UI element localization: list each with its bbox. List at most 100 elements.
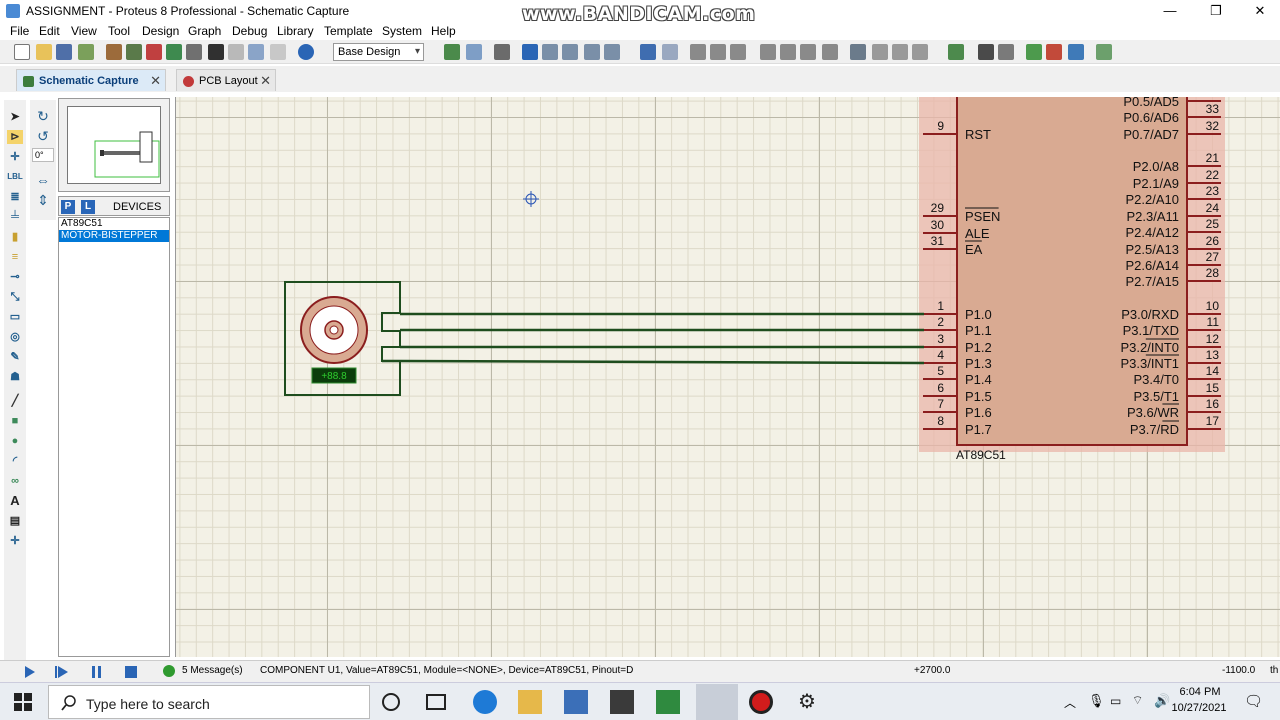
cortana-icon[interactable] [382,693,400,711]
schematic-icon[interactable] [126,44,142,60]
units-indicator[interactable]: th [1270,665,1278,676]
overview-panel[interactable] [58,98,170,192]
buses-icon[interactable]: ╧ [7,210,23,224]
text-script-icon[interactable]: ≣ [7,190,23,204]
menu-system[interactable]: System [382,24,422,38]
rotate-clockwise-icon[interactable]: ↻ [34,108,52,124]
library-manager-button[interactable]: L [81,200,95,214]
cut-icon[interactable] [690,44,706,60]
device-item-at89c51[interactable]: AT89C51 [59,218,169,230]
menu-debug[interactable]: Debug [232,24,267,38]
selection-mode-icon[interactable]: ➤ [7,110,23,124]
pcb-icon[interactable] [146,44,162,60]
stop-icon[interactable] [125,666,137,678]
close-window-button[interactable]: ✕ [1238,0,1280,22]
copy-icon[interactable] [710,44,726,60]
clock-date[interactable]: 10/27/2021 [1166,702,1232,714]
save-icon[interactable] [56,44,72,60]
notes-icon[interactable] [228,44,244,60]
zoom-out-icon[interactable] [562,44,578,60]
terminals-icon[interactable]: ≡ [7,250,23,264]
component-mode-icon[interactable]: ⊳ [7,130,23,144]
microphone-icon[interactable]: 🎙 [1088,693,1105,709]
design-variant-select[interactable]: Base Design ▾ [333,43,424,61]
zoom-area-icon[interactable] [604,44,620,60]
zoom-in-icon[interactable] [542,44,558,60]
schematic-canvas[interactable]: AT89C51 9 RST 29 PSEN 30 ALE 31 EA 1 P1.0 2 P1.1 3 P1… [175,94,1280,657]
exit-to-parent-icon[interactable] [1068,44,1084,60]
3d-view-icon[interactable] [186,44,202,60]
taskbar-search-box[interactable]: Type here to search [48,685,370,719]
graph-mode-icon[interactable]: ⤡ [7,290,23,304]
junction-dot-icon[interactable]: ✛ [7,150,23,164]
mail-icon[interactable] [610,690,634,714]
subcircuit-icon[interactable]: ▮ [7,230,23,244]
paste-icon[interactable] [730,44,746,60]
gerber-icon[interactable] [166,44,182,60]
battery-icon[interactable]: ▭ [1110,694,1121,708]
menu-template[interactable]: Template [324,24,373,38]
pause-icon[interactable] [92,666,95,678]
edge-browser-icon[interactable] [473,690,497,714]
property-assignment-icon[interactable] [998,44,1014,60]
origin-icon[interactable] [494,44,510,60]
maximize-button[interactable]: ❐ [1194,0,1238,22]
grid-icon[interactable] [466,44,482,60]
task-view-icon[interactable] [426,694,446,710]
help-icon[interactable] [298,44,314,60]
menu-file[interactable]: File [10,24,29,38]
menu-view[interactable]: View [71,24,97,38]
notifications-icon[interactable]: 🗨 [1244,692,1263,710]
rotate-anticlockwise-icon[interactable]: ↺ [34,128,52,144]
new-sheet-icon[interactable] [1026,44,1042,60]
wire-autorouter-icon[interactable] [948,44,964,60]
block-move-icon[interactable] [780,44,796,60]
netlist-icon[interactable] [248,44,264,60]
network-icon[interactable]: ⌔ [1132,693,1143,708]
generator-mode-icon[interactable]: ◎ [7,330,23,344]
menu-library[interactable]: Library [277,24,314,38]
menu-edit[interactable]: Edit [39,24,60,38]
menu-graph[interactable]: Graph [188,24,221,38]
step-icon[interactable] [58,666,68,678]
make-device-icon[interactable] [872,44,888,60]
pick-devices-button[interactable]: P [61,200,75,214]
close-tab-icon[interactable]: ✕ [150,70,161,92]
package-tool-icon[interactable] [892,44,908,60]
clock-time[interactable]: 6:04 PM [1174,686,1226,698]
undo-icon[interactable] [640,44,656,60]
block-delete-icon[interactable] [822,44,838,60]
redo-icon[interactable] [662,44,678,60]
home-icon[interactable] [106,44,122,60]
close-tab-icon[interactable]: ✕ [260,70,271,92]
electrical-rule-check-icon[interactable] [1096,44,1112,60]
tab-schematic-capture[interactable]: Schematic Capture ✕ [16,69,166,91]
block-copy-icon[interactable] [760,44,776,60]
file-explorer-icon[interactable] [518,690,542,714]
messages-count[interactable]: 5 Message(s) [182,665,243,676]
remove-sheet-icon[interactable] [1046,44,1062,60]
menu-design[interactable]: Design [142,24,179,38]
marker-tool-icon[interactable]: ✛ [7,534,23,548]
circle-tool-icon[interactable]: ● [7,434,23,448]
settings-gear-icon[interactable]: ⚙ [795,690,819,714]
windows-start-icon[interactable] [14,693,32,711]
zoom-all-icon[interactable] [584,44,600,60]
pick-device-icon[interactable] [850,44,866,60]
bom-icon[interactable] [208,44,224,60]
stepper-motor[interactable]: +88.8 [284,281,401,396]
device-pins-icon[interactable]: ⊸ [7,270,23,284]
menu-help[interactable]: Help [431,24,456,38]
search-tagged-icon[interactable] [978,44,994,60]
decompose-icon[interactable] [912,44,928,60]
proteus-active-window-icon[interactable] [696,684,738,720]
refresh-icon[interactable] [444,44,460,60]
minimize-button[interactable]: — [1148,0,1192,22]
rotation-angle-field[interactable]: 0° [32,148,54,162]
text-tool-icon[interactable]: A [7,494,23,508]
path-tool-icon[interactable]: ∞ [7,474,23,488]
open-folder-icon[interactable] [36,44,52,60]
pan-icon[interactable] [522,44,538,60]
symbol-tool-icon[interactable]: ▤ [7,514,23,528]
probe-mode-icon[interactable]: ✎ [7,350,23,364]
